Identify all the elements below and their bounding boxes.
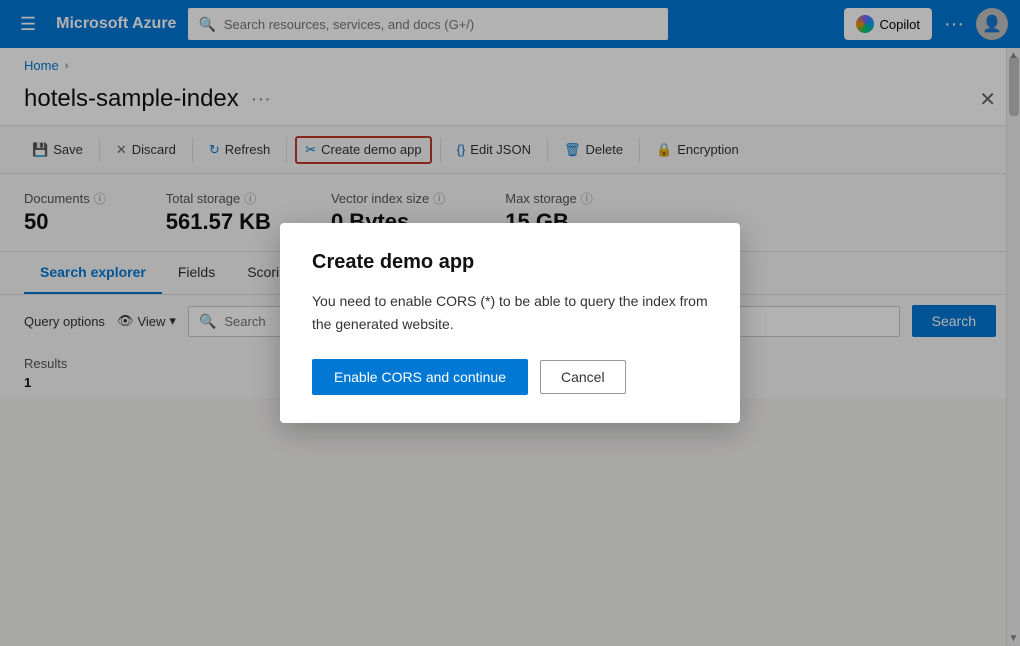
- cancel-button[interactable]: Cancel: [540, 360, 626, 394]
- modal: Create demo app You need to enable CORS …: [280, 223, 740, 423]
- modal-title: Create demo app: [312, 251, 708, 274]
- enable-cors-button[interactable]: Enable CORS and continue: [312, 359, 528, 395]
- modal-body: You need to enable CORS (*) to be able t…: [312, 290, 708, 335]
- modal-overlay: Create demo app You need to enable CORS …: [0, 0, 1020, 646]
- modal-actions: Enable CORS and continue Cancel: [312, 359, 708, 395]
